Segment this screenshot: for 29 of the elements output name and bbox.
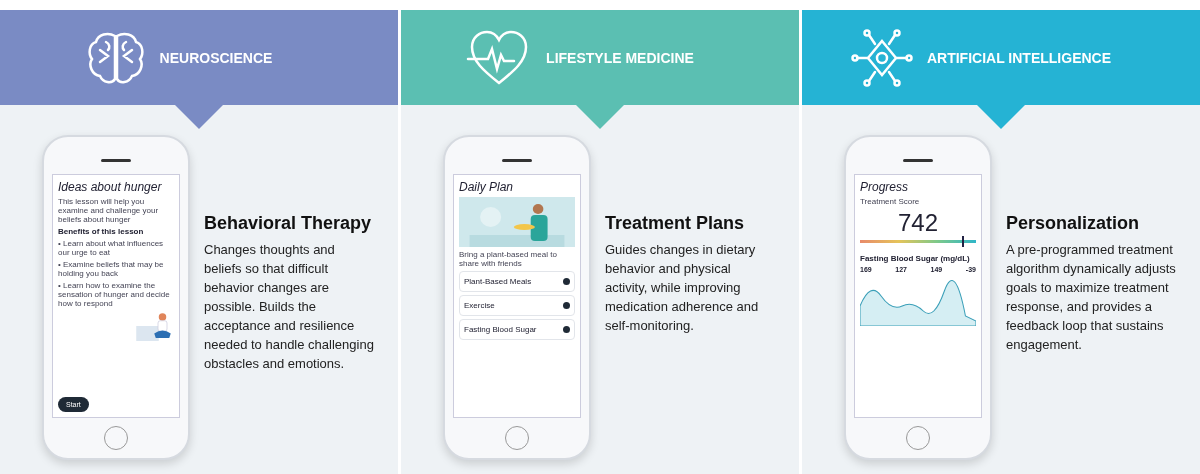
phone-speaker: [903, 159, 933, 162]
plan-card-text: Bring a plant-based meal to share with friends: [459, 250, 558, 268]
category-label: ARTIFICIAL INTELLIGENCE: [926, 49, 1112, 66]
feature-title: Behavioral Therapy: [204, 213, 373, 234]
phone-speaker: [502, 159, 532, 162]
phone-speaker: [101, 159, 131, 162]
circuit-icon: [850, 28, 913, 87]
bullet-text: • Examine beliefs that may be holding you back: [58, 260, 165, 278]
screen-title: Ideas about hunger: [58, 180, 163, 194]
score-label: Treatment Score: [860, 197, 921, 206]
plan-item[interactable]: Plant-Based Meals: [459, 271, 575, 292]
score-value: 742: [896, 209, 939, 237]
feature-description: Changes thoughts and beliefs so that difficult behavior changes are possible. Builds the acceptance and resilience needed to handle challenging obstacles and emotions.: [204, 241, 374, 373]
feature-description: Guides changes in dietary behavior and physical activity, while improving medication adherence and self-monitoring.: [605, 241, 760, 335]
metric-label: Fasting Blood Sugar (mg/dL): [860, 254, 971, 263]
bullet-text: • Learn about what influences our urge to eat: [58, 239, 165, 257]
bullet-text: • Learn how to examine the sensation of hunger and decide how to respond: [58, 281, 171, 308]
feature-title: Treatment Plans: [605, 213, 746, 234]
screen-title: Progress: [860, 180, 910, 194]
screen-title: Daily Plan: [459, 180, 515, 194]
category-label: NEUROSCIENCE: [159, 49, 273, 66]
category-label: LIFESTYLE MEDICINE: [546, 49, 694, 66]
feature-title: Personalization: [1006, 213, 1141, 234]
section-heading: Benefits of this lesson: [58, 227, 145, 236]
plan-item[interactable]: Exercise: [459, 295, 575, 316]
lesson-intro: This lesson will help you examine and challenge your beliefs about hunger: [58, 197, 160, 224]
plan-item[interactable]: Fasting Blood Sugar: [459, 319, 575, 340]
feature-description: A pre-programmed treatment algorithm dynamically adjusts goals to maximize treatment response, and provides a feedback loop that sustains engagement.: [1006, 241, 1176, 354]
person-drawing: [136, 311, 174, 341]
